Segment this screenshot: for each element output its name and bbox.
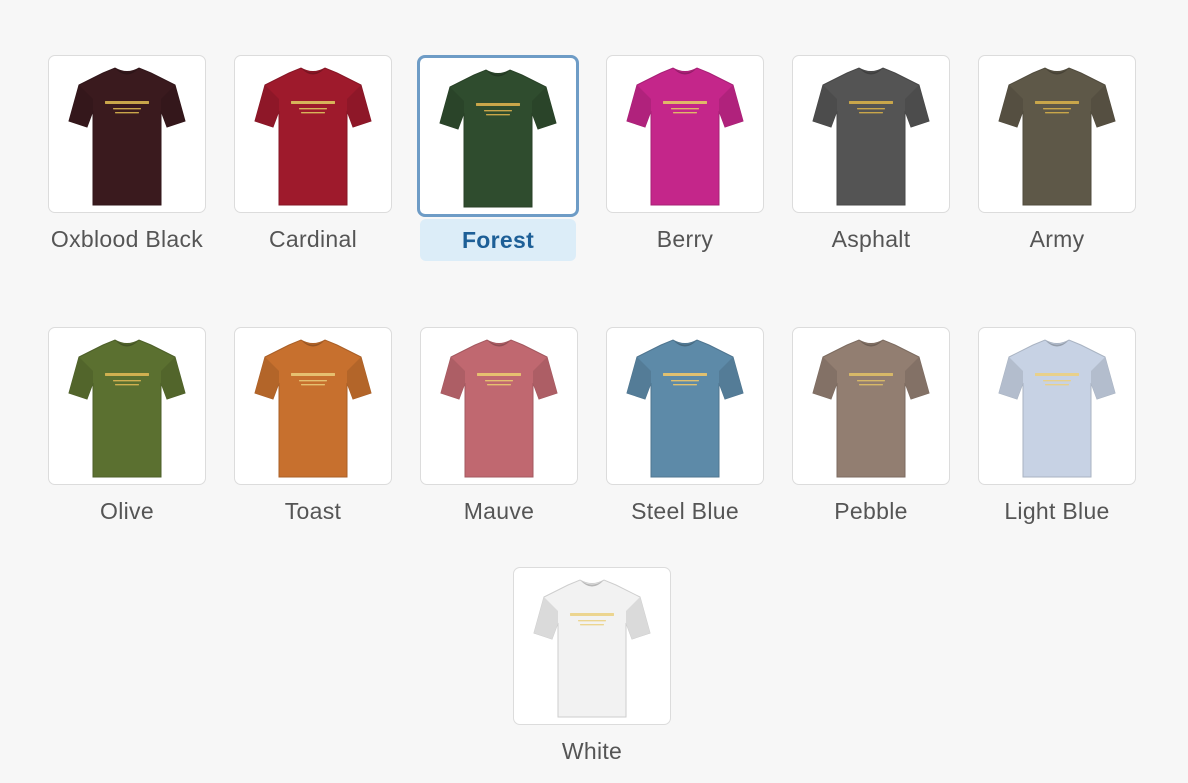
tshirt-image (626, 339, 744, 478)
swatch-army[interactable]: Army (977, 55, 1137, 257)
swatch-oxblood-black[interactable]: Oxblood Black (47, 55, 207, 257)
swatch-label: Asphalt (831, 226, 911, 252)
tshirt-thumbnail[interactable] (234, 327, 392, 485)
swatch-label: Pebble (834, 498, 908, 524)
tshirt-image (998, 339, 1116, 478)
tshirt-thumbnail[interactable] (417, 55, 579, 217)
tshirt-thumbnail[interactable] (606, 55, 764, 213)
tshirt-thumbnail[interactable] (234, 55, 392, 213)
tshirt-thumbnail[interactable] (978, 327, 1136, 485)
tshirt-image (68, 67, 186, 206)
tshirt-thumbnail[interactable] (792, 55, 950, 213)
tshirt-thumbnail[interactable] (513, 567, 671, 725)
swatch-cardinal[interactable]: Cardinal (233, 55, 393, 257)
tshirt-thumbnail[interactable] (606, 327, 764, 485)
tshirt-image (440, 339, 558, 478)
tshirt-image (626, 67, 744, 206)
swatch-label: Army (1029, 226, 1085, 252)
swatch-label: Olive (100, 498, 154, 524)
swatch-steel-blue[interactable]: Steel Blue (605, 327, 765, 529)
swatch-pebble[interactable]: Pebble (791, 327, 951, 529)
swatch-label: Toast (284, 498, 342, 524)
tshirt-thumbnail[interactable] (978, 55, 1136, 213)
tshirt-image (533, 579, 651, 718)
tshirt-image (254, 67, 372, 206)
swatch-olive[interactable]: Olive (47, 327, 207, 529)
tshirt-thumbnail[interactable] (48, 327, 206, 485)
swatch-label: Oxblood Black (50, 226, 204, 252)
tshirt-image (439, 69, 557, 208)
swatch-label-selected: Forest (420, 219, 576, 261)
swatch-label: Berry (656, 226, 714, 252)
swatch-label: White (561, 738, 623, 764)
swatch-light-blue[interactable]: Light Blue (977, 327, 1137, 529)
swatch-toast[interactable]: Toast (233, 327, 393, 529)
swatch-forest[interactable]: Forest (417, 55, 579, 261)
tshirt-image (254, 339, 372, 478)
tshirt-image (812, 67, 930, 206)
swatch-asphalt[interactable]: Asphalt (791, 55, 951, 257)
swatch-white[interactable]: White (512, 567, 672, 769)
color-swatch-grid: Oxblood Black Cardinal Forest Berry Asph… (0, 0, 1188, 783)
swatch-label: Cardinal (268, 226, 358, 252)
swatch-mauve[interactable]: Mauve (419, 327, 579, 529)
tshirt-thumbnail[interactable] (792, 327, 950, 485)
tshirt-thumbnail[interactable] (420, 327, 578, 485)
swatch-berry[interactable]: Berry (605, 55, 765, 257)
swatch-label: Mauve (463, 498, 535, 524)
tshirt-thumbnail[interactable] (48, 55, 206, 213)
tshirt-image (812, 339, 930, 478)
tshirt-image (68, 339, 186, 478)
swatch-label: Steel Blue (631, 498, 739, 524)
tshirt-image (998, 67, 1116, 206)
swatch-label: Light Blue (1004, 498, 1110, 524)
